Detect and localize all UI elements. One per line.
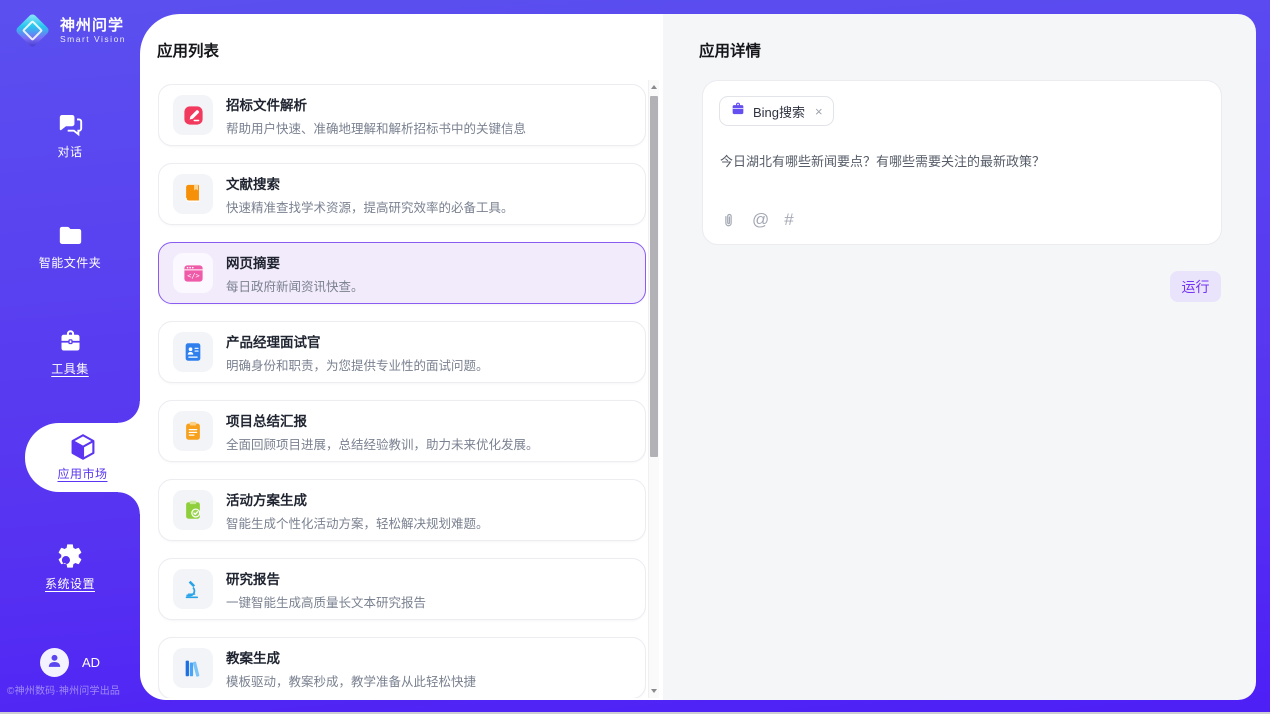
app-list-item[interactable]: </> 网页摘要每日政府新闻资讯快查。 (158, 242, 646, 304)
sidebar-item-label: 工具集 (51, 360, 89, 377)
scroll-up-button[interactable] (649, 80, 659, 94)
app-item-description: 明确身份和职责，为您提供专业性的面试问题。 (226, 355, 489, 374)
brand-subtitle: Smart Vision (60, 34, 126, 44)
app-item-texts: 产品经理面试官明确身份和职责，为您提供专业性的面试问题。 (226, 331, 489, 374)
app-item-title: 研究报告 (226, 568, 426, 588)
sidebar-item-folders[interactable]: 智能文件夹 (0, 221, 140, 271)
app-item-title: 网页摘要 (226, 252, 364, 272)
app-item-texts: 文献搜索快速精准查找学术资源，提高研究效率的必备工具。 (226, 173, 514, 216)
query-text[interactable]: 今日湖北有哪些新闻要点？有哪些需要关注的最新政策？ (720, 151, 1200, 170)
app-list-title: 应用列表 (157, 39, 219, 61)
app-item-description: 帮助用户快速、准确地理解和解析招标书中的关键信息 (226, 118, 526, 137)
run-button[interactable]: 运行 (1170, 271, 1221, 302)
sidebar-item-label: 对话 (57, 143, 82, 160)
gear-icon (56, 542, 84, 570)
brand-name: 神州问学 (60, 17, 126, 34)
svg-text:</>: </> (187, 272, 199, 280)
scrollbar[interactable] (648, 80, 659, 698)
app-list-item[interactable]: 活动方案生成智能生成个性化活动方案，轻松解决规划难题。 (158, 479, 646, 541)
triangle-down-icon (651, 689, 657, 693)
brand-logo: 神州问学 Smart Vision (13, 11, 126, 49)
app-item-description: 全面回顾项目进展，总结经验教训，助力未来优化发展。 (226, 434, 539, 453)
app-list-item[interactable]: 项目总结汇报全面回顾项目进展，总结经验教训，助力未来优化发展。 (158, 400, 646, 462)
app-item-description: 每日政府新闻资讯快查。 (226, 276, 364, 295)
app-item-texts: 研究报告一键智能生成高质量长文本研究报告 (226, 568, 426, 611)
app-item-description: 智能生成个性化活动方案，轻松解决规划难题。 (226, 513, 489, 532)
app-list-item[interactable]: 教案生成模板驱动，教案秒成，教学准备从此轻松快捷 (158, 637, 646, 698)
app-list-item[interactable]: 文献搜索快速精准查找学术资源，提高研究效率的必备工具。 (158, 163, 646, 225)
hash-icon[interactable]: # (784, 210, 793, 230)
app-item-title: 活动方案生成 (226, 489, 489, 509)
app-item-title: 招标文件解析 (226, 94, 526, 114)
tool-tag-bing-search[interactable]: Bing搜索 × (719, 96, 834, 126)
sidebar-item-settings[interactable]: 系统设置 (0, 542, 140, 592)
chat-icon (57, 110, 84, 138)
avatar[interactable] (40, 648, 69, 677)
active-tab-curve-top (118, 401, 140, 423)
paperclip-icon[interactable] (720, 211, 737, 230)
app-item-texts: 活动方案生成智能生成个性化活动方案，轻松解决规划难题。 (226, 489, 489, 532)
app-item-description: 模板驱动，教案秒成，教学准备从此轻松快捷 (226, 671, 476, 690)
active-tab-curve-bottom (118, 492, 140, 514)
user-name: AD (82, 655, 100, 670)
sidebar-item-label: 系统设置 (45, 575, 95, 592)
query-card: Bing搜索 × 今日湖北有哪些新闻要点？有哪些需要关注的最新政策？ @ # (702, 80, 1222, 245)
app-detail-panel: 应用详情 Bing搜索 × 今日湖北有哪些新闻要点？有哪些需要关注的最新政策？ … (663, 14, 1256, 700)
books-icon (173, 648, 213, 688)
sidebar-item-chat[interactable]: 对话 (0, 110, 140, 160)
app-list-item[interactable]: 招标文件解析帮助用户快速、准确地理解和解析招标书中的关键信息 (158, 84, 646, 146)
microscope-icon (173, 569, 213, 609)
sidebar: 神州问学 Smart Vision 对话智能文件夹工具集应用市场系统设置 AD … (0, 0, 140, 714)
tool-tag-label: Bing搜索 (753, 102, 805, 121)
pen-square-icon (173, 95, 213, 135)
app-list-item[interactable]: 产品经理面试官明确身份和职责，为您提供专业性的面试问题。 (158, 321, 646, 383)
app-item-title: 教案生成 (226, 647, 476, 667)
app-detail-title: 应用详情 (699, 39, 761, 61)
scroll-down-button[interactable] (649, 684, 659, 698)
book-icon (173, 174, 213, 214)
sidebar-item-tools[interactable]: 工具集 (0, 327, 140, 377)
app-item-texts: 教案生成模板驱动，教案秒成，教学准备从此轻松快捷 (226, 647, 476, 690)
app-item-description: 一键智能生成高质量长文本研究报告 (226, 592, 426, 611)
scrollbar-thumb[interactable] (650, 96, 658, 457)
sidebar-item-label: 应用市场 (57, 465, 107, 482)
app-item-title: 产品经理面试官 (226, 331, 489, 351)
app-list: 招标文件解析帮助用户快速、准确地理解和解析招标书中的关键信息文献搜索快速精准查找… (158, 84, 646, 698)
app-item-texts: 项目总结汇报全面回顾项目进展，总结经验教训，助力未来优化发展。 (226, 410, 539, 453)
sidebar-item-label: 智能文件夹 (39, 254, 102, 271)
copyright-text: ©神州数码·神州问学出品 (7, 682, 140, 697)
app-list-panel: 应用列表 招标文件解析帮助用户快速、准确地理解和解析招标书中的关键信息文献搜索快… (140, 14, 663, 700)
clipboard-icon (173, 411, 213, 451)
clipboard-check-icon (173, 490, 213, 530)
brand-diamond-icon (13, 11, 51, 49)
browser-code-icon: </> (173, 253, 213, 293)
close-icon[interactable]: × (815, 105, 823, 118)
app-item-title: 文献搜索 (226, 173, 514, 193)
at-mention-icon[interactable]: @ (752, 210, 769, 230)
app-item-texts: 网页摘要每日政府新闻资讯快查。 (226, 252, 364, 295)
toolbox-icon (57, 327, 84, 355)
doc-person-icon (173, 332, 213, 372)
briefcase-icon (730, 101, 746, 122)
triangle-up-icon (651, 85, 657, 89)
person-icon (46, 652, 63, 674)
cube-icon (68, 433, 98, 461)
sidebar-item-market[interactable]: 应用市场 (25, 423, 140, 492)
app-item-texts: 招标文件解析帮助用户快速、准确地理解和解析招标书中的关键信息 (226, 94, 526, 137)
user-row[interactable]: AD (0, 648, 140, 677)
attach-toolbar: @ # (720, 210, 794, 230)
folder-icon (57, 221, 84, 249)
app-item-title: 项目总结汇报 (226, 410, 539, 430)
app-item-description: 快速精准查找学术资源，提高研究效率的必备工具。 (226, 197, 514, 216)
app-list-item[interactable]: 研究报告一键智能生成高质量长文本研究报告 (158, 558, 646, 620)
